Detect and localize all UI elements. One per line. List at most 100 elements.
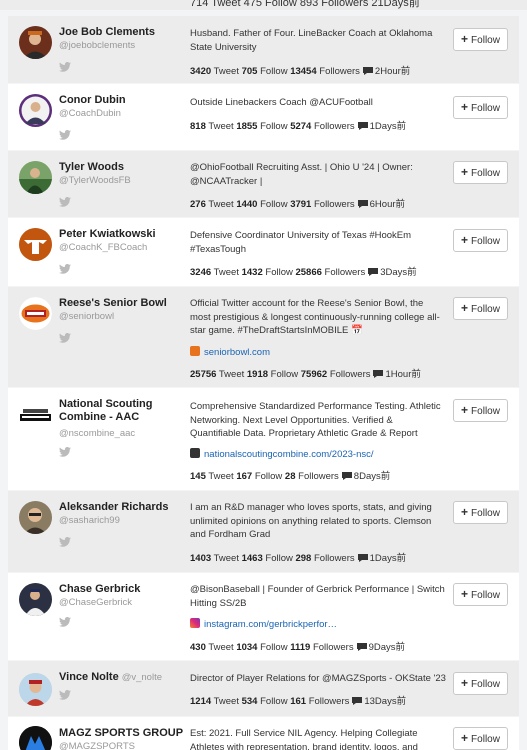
user-row: Reese's Senior Bowl @seniorbowl Official… [8, 287, 519, 387]
user-name[interactable]: National Scouting Combine - AAC [59, 398, 179, 424]
avatar[interactable] [19, 94, 52, 127]
user-bio: Husband. Father of Four. LineBacker Coac… [190, 28, 433, 53]
user-name[interactable]: Tyler Woods [59, 161, 124, 173]
follow-button[interactable]: + Follow [453, 583, 508, 606]
comment-icon [357, 200, 368, 208]
user-link[interactable]: instagram.com/gerbrickperfor… [190, 618, 337, 630]
user-handle[interactable]: @CoachK_FBCoach [59, 242, 147, 253]
post-time: 6Hour前 [369, 199, 406, 210]
avatar[interactable] [19, 501, 52, 534]
follow-button[interactable]: + Follow [453, 727, 508, 750]
user-link[interactable]: nationalscoutingcombine.com/2023-nsc/ [190, 448, 374, 460]
user-row: Aleksander Richards @sasharich99 I am an… [8, 491, 519, 572]
user-stats: 1214 Tweet 534 Follow 161 Followers 13Day… [190, 696, 407, 707]
follow-count: 1440 [236, 199, 258, 210]
avatar[interactable] [19, 583, 52, 616]
plus-icon: + [461, 587, 469, 601]
user-row: Tyler Woods @TylerWoodsFB @OhioFootball … [8, 151, 519, 217]
user-name[interactable]: Reese's Senior Bowl [59, 297, 167, 309]
twitter-icon[interactable] [59, 197, 71, 207]
user-bio: @BisonBaseball | Founder of Gerbrick Per… [190, 584, 445, 609]
partial-row: 714 Tweet 475 Follow 893 Followers 21Day… [0, 0, 527, 10]
user-handle[interactable]: @joebobclements [59, 40, 135, 51]
follow-button[interactable]: + Follow [453, 399, 508, 422]
avatar[interactable] [19, 726, 52, 750]
post-time: 9Days前 [368, 642, 406, 653]
follow-button[interactable]: + Follow [453, 297, 508, 320]
user-bio: Outside Linebackers Coach @ACUFootball [190, 97, 373, 108]
tweet-count: 3420 [190, 66, 212, 77]
user-name[interactable]: Joe Bob Clements [59, 26, 155, 38]
tweet-count: 1403 [190, 553, 212, 564]
user-name[interactable]: MAGZ SPORTS GROUP [59, 727, 183, 739]
tweet-count: 1214 [190, 696, 212, 707]
user-bio: Director of Player Relations for @MAGZSp… [190, 673, 446, 684]
twitter-icon[interactable] [59, 130, 71, 140]
user-stats: 276 Tweet 1440 Follow 3791 Followers 6Hou… [190, 199, 406, 210]
follow-count: 1918 [246, 369, 269, 380]
user-handle[interactable]: @seniorbowl [59, 311, 114, 322]
comment-icon [368, 268, 379, 276]
user-handle[interactable]: @CoachDubin [59, 108, 121, 119]
user-name[interactable]: Conor Dubin [59, 94, 126, 106]
user-bio: Defensive Coordinator University of Texa… [190, 230, 412, 255]
twitter-icon[interactable] [59, 333, 71, 343]
user-handle[interactable]: @TylerWoodsFB [59, 175, 131, 186]
avatar[interactable] [19, 228, 52, 261]
plus-icon: + [461, 403, 469, 417]
follow-count: 167 [236, 471, 253, 482]
plus-icon: + [461, 32, 469, 46]
comment-icon [373, 370, 384, 378]
avatar[interactable] [19, 297, 52, 330]
comment-icon [357, 122, 368, 130]
user-name[interactable]: Vince Nolte @v_nolte [59, 671, 162, 683]
twitter-icon[interactable] [59, 264, 71, 274]
follow-button[interactable]: + Follow [453, 501, 508, 524]
comment-icon [341, 472, 352, 480]
twitter-icon[interactable] [59, 62, 71, 72]
user-handle[interactable]: @MAGZSPORTS [59, 741, 135, 750]
user-bio: Comprehensive Standardized Performance T… [190, 401, 441, 439]
user-stats: 25756 Tweet 1918 Follow 75962 Followers 1… [190, 369, 421, 380]
twitter-icon[interactable] [59, 617, 71, 627]
tweet-count: 276 [190, 199, 206, 210]
user-row: National Scouting Combine - AAC @nscombi… [8, 388, 519, 490]
follow-button[interactable]: + Follow [453, 229, 508, 252]
user-name[interactable]: Aleksander Richards [59, 501, 168, 513]
user-row: Chase Gerbrick @ChaseGerbrick @BisonBase… [8, 573, 519, 660]
user-handle[interactable]: @sasharich99 [59, 515, 120, 526]
plus-icon: + [461, 165, 469, 179]
user-handle[interactable]: @nscombine_aac [59, 428, 135, 439]
user-handle[interactable]: @ChaseGerbrick [59, 597, 132, 608]
follow-count: 1432 [241, 267, 263, 278]
twitter-icon[interactable] [59, 447, 71, 457]
user-stats: 1403 Tweet 1463 Follow 298 Followers 1Day… [190, 553, 407, 564]
follow-button[interactable]: + Follow [453, 28, 508, 51]
tweet-count: 430 [190, 642, 206, 653]
user-link[interactable]: seniorbowl.com [190, 346, 270, 358]
user-row: Vince Nolte @v_nolte Director of Player R… [8, 661, 519, 716]
post-time: 3Days前 [380, 267, 417, 278]
post-time: 1Days前 [369, 553, 407, 564]
user-handle[interactable]: @v_nolte [122, 672, 162, 683]
avatar[interactable] [19, 161, 52, 194]
plus-icon: + [461, 233, 469, 247]
user-name[interactable]: Chase Gerbrick [59, 583, 140, 595]
twitter-icon[interactable] [59, 537, 71, 547]
plus-icon: + [461, 505, 469, 519]
avatar[interactable] [19, 673, 52, 706]
user-name[interactable]: Peter Kwiatkowski [59, 228, 156, 240]
avatar[interactable] [19, 398, 52, 431]
follow-count: 1855 [236, 121, 258, 132]
comment-icon [356, 643, 367, 651]
follow-button[interactable]: + Follow [453, 672, 508, 695]
twitter-icon[interactable] [59, 690, 71, 700]
follow-button[interactable]: + Follow [453, 161, 508, 184]
follow-count: 1034 [236, 642, 258, 653]
avatar[interactable] [19, 26, 52, 59]
user-stats: 818 Tweet 1855 Follow 5274 Followers 1Day… [190, 121, 407, 132]
follow-button[interactable]: + Follow [453, 96, 508, 119]
followers-count: 25866 [295, 267, 322, 278]
user-stats: 3246 Tweet 1432 Follow 25866 Followers 3D… [190, 267, 417, 278]
instagram-icon [190, 618, 200, 628]
